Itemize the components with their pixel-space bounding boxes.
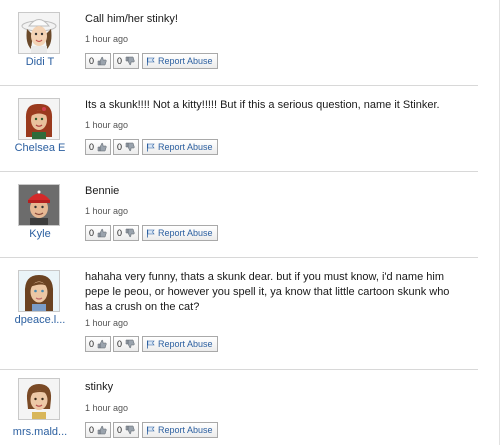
thumbs-up-icon	[97, 228, 107, 238]
avatar[interactable]	[18, 378, 60, 420]
thumbs-down-count: 0	[117, 339, 123, 349]
thumbs-up-icon	[97, 339, 107, 349]
thumbs-down-button[interactable]: 0	[113, 53, 140, 69]
answer-text: stinky	[85, 381, 114, 393]
answer-item: Chelsea E Its a skunk!!!! Not a kitty!!!…	[0, 86, 478, 172]
thumbs-up-count: 0	[89, 339, 95, 349]
answer-item: dpeace.l... hahaha very funny, thats a s…	[0, 258, 478, 370]
thumbs-down-button[interactable]: 0	[113, 139, 140, 155]
flag-icon	[147, 57, 155, 65]
username-link[interactable]: mrs.mald...	[8, 426, 72, 438]
avatar-image	[19, 13, 59, 53]
timestamp: 1 hour ago	[85, 403, 129, 413]
thumbs-down-icon	[125, 425, 135, 435]
avatar-image	[19, 271, 59, 311]
thumbs-down-count: 0	[117, 425, 123, 435]
answer-text: Its a skunk!!!! Not a kitty!!!!! But if …	[85, 99, 440, 111]
thumbs-up-icon	[97, 142, 107, 152]
thumbs-down-icon	[125, 142, 135, 152]
thumbs-up-button[interactable]: 0	[85, 139, 112, 155]
vote-bar: 0 0 Report Abuse	[85, 336, 220, 352]
thumbs-up-icon	[97, 56, 107, 66]
flag-icon	[147, 229, 155, 237]
username-link[interactable]: Kyle	[8, 228, 72, 240]
timestamp: 1 hour ago	[85, 120, 129, 130]
answer-item: Didi T Call him/her stinky! 1 hour ago 0…	[0, 0, 478, 86]
report-abuse-button[interactable]: Report Abuse	[142, 139, 218, 155]
thumbs-down-icon	[125, 56, 135, 66]
report-abuse-button[interactable]: Report Abuse	[142, 422, 218, 438]
report-abuse-label: Report Abuse	[158, 228, 213, 238]
thumbs-up-button[interactable]: 0	[85, 336, 112, 352]
flag-icon	[147, 426, 155, 434]
avatar[interactable]	[18, 184, 60, 226]
thumbs-up-button[interactable]: 0	[85, 422, 112, 438]
report-abuse-button[interactable]: Report Abuse	[142, 53, 218, 69]
avatar-image	[19, 185, 59, 225]
timestamp: 1 hour ago	[85, 206, 129, 216]
thumbs-down-button[interactable]: 0	[113, 336, 140, 352]
thumbs-down-icon	[125, 228, 135, 238]
timestamp: 1 hour ago	[85, 318, 129, 328]
answer-item: mrs.mald... stinky 1 hour ago 0 0 Report…	[0, 372, 478, 445]
avatar[interactable]	[18, 270, 60, 312]
report-abuse-button[interactable]: Report Abuse	[142, 336, 218, 352]
answer-text: hahaha very funny, thats a skunk dear. b…	[85, 271, 450, 313]
avatar[interactable]	[18, 12, 60, 54]
thumbs-up-count: 0	[89, 142, 95, 152]
username-link[interactable]: Didi T	[8, 56, 72, 68]
report-abuse-label: Report Abuse	[158, 56, 213, 66]
thumbs-down-count: 0	[117, 228, 123, 238]
avatar[interactable]	[18, 98, 60, 140]
thumbs-down-icon	[125, 339, 135, 349]
divider	[0, 369, 478, 370]
thumbs-up-button[interactable]: 0	[85, 53, 112, 69]
vote-bar: 0 0 Report Abuse	[85, 225, 220, 241]
username-link[interactable]: Chelsea E	[8, 142, 72, 154]
thumbs-up-icon	[97, 425, 107, 435]
thumbs-up-count: 0	[89, 228, 95, 238]
answer-text: Bennie	[85, 185, 120, 197]
vote-bar: 0 0 Report Abuse	[85, 422, 220, 438]
username-link[interactable]: dpeace.l...	[8, 314, 72, 326]
report-abuse-label: Report Abuse	[158, 425, 213, 435]
thumbs-up-count: 0	[89, 425, 95, 435]
avatar-image	[19, 379, 59, 419]
answers-thread: Didi T Call him/her stinky! 1 hour ago 0…	[0, 0, 500, 445]
avatar-image	[19, 99, 59, 139]
flag-icon	[147, 143, 155, 151]
thumbs-down-button[interactable]: 0	[113, 422, 140, 438]
vote-bar: 0 0 Report Abuse	[85, 53, 220, 69]
report-abuse-label: Report Abuse	[158, 142, 213, 152]
answer-item: Kyle Bennie 1 hour ago 0 0 Report Abuse	[0, 172, 478, 258]
thumbs-up-count: 0	[89, 56, 95, 66]
report-abuse-label: Report Abuse	[158, 339, 213, 349]
report-abuse-button[interactable]: Report Abuse	[142, 225, 218, 241]
timestamp: 1 hour ago	[85, 34, 129, 44]
flag-icon	[147, 340, 155, 348]
thumbs-down-count: 0	[117, 142, 123, 152]
thumbs-up-button[interactable]: 0	[85, 225, 112, 241]
answer-text: Call him/her stinky!	[85, 13, 178, 25]
thumbs-down-button[interactable]: 0	[113, 225, 140, 241]
vote-bar: 0 0 Report Abuse	[85, 139, 220, 155]
thumbs-down-count: 0	[117, 56, 123, 66]
